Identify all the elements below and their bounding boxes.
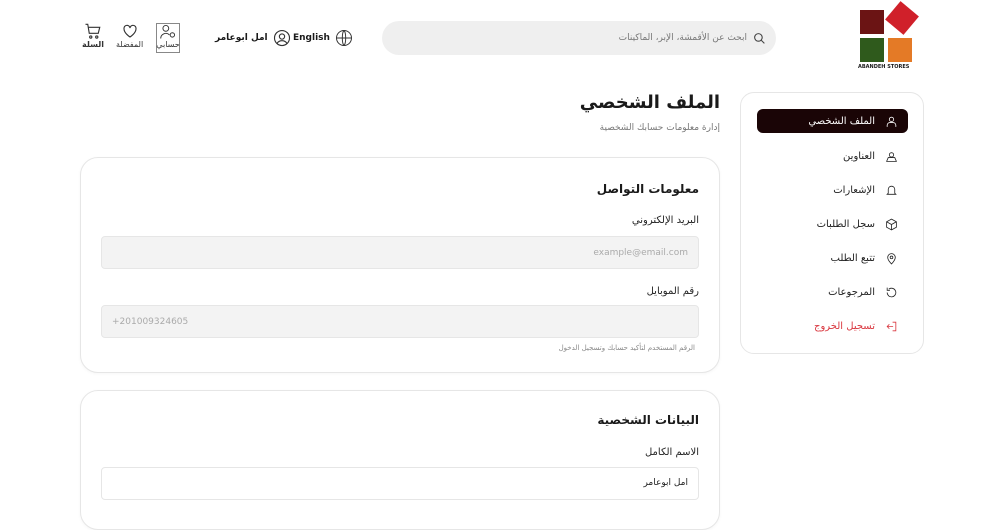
sidebar-item-returns[interactable]: المرجوعات bbox=[757, 280, 908, 304]
account-button[interactable]: حسابي bbox=[156, 23, 180, 53]
personal-card-title: البيانات الشخصية bbox=[597, 413, 699, 427]
address-icon bbox=[886, 151, 897, 162]
globe-icon bbox=[335, 30, 352, 46]
refresh-icon bbox=[886, 287, 897, 297]
email-label: البريد الإلكتروني bbox=[631, 215, 699, 226]
contact-card-title: معلومات التواصل bbox=[596, 182, 699, 196]
cart-label: السلة bbox=[82, 40, 105, 49]
bell-icon bbox=[886, 185, 897, 195]
heart-icon bbox=[123, 24, 137, 38]
sidebar-item-label: تتبع الطلب bbox=[830, 252, 875, 264]
sidebar-item-label: الملف الشخصي bbox=[808, 115, 875, 127]
box-icon bbox=[886, 218, 897, 230]
sidebar-item-label: تسجيل الخروج bbox=[813, 320, 875, 332]
phone-hint: الرقم المستخدم لتأكيد حسابك وتسجيل الدخو… bbox=[558, 344, 695, 352]
personal-info-card: البيانات الشخصية الاسم الكامل امل ابوعام… bbox=[80, 390, 720, 530]
favorites-button[interactable]: المفضلة bbox=[116, 22, 143, 49]
header: السلة المفضلة حسابي امل ابوعامر English … bbox=[0, 0, 1000, 80]
account-label: حسابي bbox=[156, 40, 180, 49]
phone-field[interactable]: +201009324605 bbox=[101, 305, 699, 338]
sidebar-item-label: المرجوعات bbox=[828, 286, 875, 298]
sidebar: الملف الشخصي العناوين الإشعارات سجل الطل… bbox=[740, 92, 924, 354]
page-subtitle: إدارة معلومات حسابك الشخصية bbox=[599, 123, 720, 133]
logo-text: ABANDEH STORES bbox=[858, 64, 910, 70]
cart-button[interactable]: السلة bbox=[82, 22, 104, 49]
fullname-field[interactable]: امل ابوعامر bbox=[101, 467, 699, 500]
language-label: English bbox=[293, 33, 330, 43]
phone-value: +201009324605 bbox=[112, 316, 189, 327]
sidebar-item-label: العناوين bbox=[843, 150, 875, 162]
sidebar-item-track-order[interactable]: تتبع الطلب bbox=[757, 246, 908, 270]
logout-icon bbox=[886, 321, 897, 331]
user-menu[interactable]: امل ابوعامر bbox=[215, 29, 291, 47]
sidebar-item-profile[interactable]: الملف الشخصي bbox=[757, 109, 908, 133]
favorites-label: المفضلة bbox=[116, 40, 144, 49]
sidebar-item-logout[interactable]: تسجيل الخروج bbox=[757, 314, 908, 338]
language-toggle[interactable]: English bbox=[293, 29, 353, 47]
page-title: الملف الشخصي bbox=[579, 92, 720, 113]
user-circle-icon bbox=[273, 29, 290, 47]
sidebar-item-label: الإشعارات bbox=[833, 184, 875, 196]
sidebar-item-orders[interactable]: سجل الطلبات bbox=[757, 212, 908, 236]
sidebar-item-label: سجل الطلبات bbox=[816, 218, 875, 230]
contact-info-card: معلومات التواصل البريد الإلكتروني exampl… bbox=[80, 157, 720, 373]
search-input[interactable]: ابحث عن الأقمشة، الإبر، الماكينات bbox=[382, 21, 776, 55]
user-name: امل ابوعامر bbox=[215, 33, 268, 43]
user-icon bbox=[886, 116, 897, 127]
search-placeholder: ابحث عن الأقمشة، الإبر، الماكينات bbox=[618, 33, 747, 43]
cart-icon bbox=[85, 23, 101, 39]
fullname-label: الاسم الكامل bbox=[644, 447, 699, 458]
search-icon bbox=[754, 32, 765, 44]
email-field[interactable]: example@email.com bbox=[101, 236, 699, 269]
user-settings-icon bbox=[160, 24, 176, 39]
fullname-value: امل ابوعامر bbox=[643, 478, 688, 488]
location-pin-icon bbox=[887, 252, 896, 264]
email-placeholder: example@email.com bbox=[593, 247, 688, 258]
sidebar-item-addresses[interactable]: العناوين bbox=[757, 144, 908, 168]
sidebar-item-notifications[interactable]: الإشعارات bbox=[757, 178, 908, 202]
logo[interactable]: ABANDEH STORES bbox=[858, 1, 920, 74]
phone-label: رقم الموبايل bbox=[646, 286, 699, 297]
